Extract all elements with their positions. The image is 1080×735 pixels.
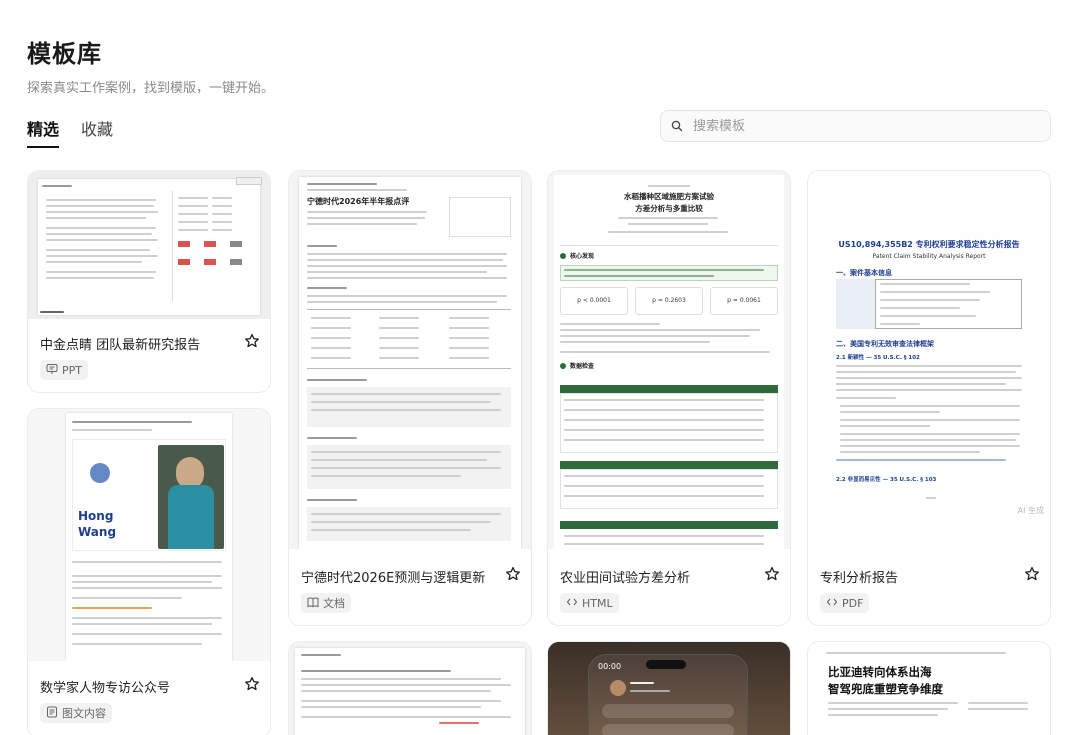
thumb-subsection: 2.1 新颖性 — 35 U.S.C. § 102 [836,355,920,361]
type-badge: HTML [560,593,619,613]
card-thumbnail [289,642,531,735]
star-icon[interactable] [505,566,521,582]
type-badge: PPT [40,360,88,380]
page-header: 模板库 探索真实工作案例，找到模版，一键开始。 [27,34,274,96]
thumb-doc-title: 宁德时代2026年半年报点评 [307,197,410,206]
portrait-name: Hong [78,509,114,523]
phone-time: 00:00 [598,662,622,671]
thumb-stat: p < 0.0001 [577,297,611,304]
thumb-stat: p = 0.2603 [652,297,686,304]
thumb-section-findings: 核心发现 [570,253,595,260]
star-icon[interactable] [244,333,260,349]
card-thumbnail [28,171,270,319]
thumb-watermark: AI 生成 [1017,506,1044,515]
presentation-icon [46,363,58,378]
card-title: 专利分析报告 [820,571,899,586]
type-badge: PDF [820,593,870,613]
template-card[interactable]: 00:00 [547,641,791,735]
tab-featured[interactable]: 精选 [27,116,60,148]
card-thumbnail: Hong Wang [28,409,270,661]
star-icon[interactable] [244,676,260,692]
thumb-doc-title: 比亚迪转向体系出海 [828,665,932,679]
template-card[interactable]: 比亚迪转向体系出海 智驾兜底重塑竞争维度 [807,641,1051,735]
book-icon [307,596,319,611]
thumb-doc-title: 水稻播种区域施肥方案试验 [624,192,714,201]
doc-image-icon [46,706,58,721]
tab-bar: 精选 收藏 [27,116,113,148]
thumb-section-data: 数据检查 [570,363,595,370]
card-title: 中金点睛 团队最新研究报告 [40,338,201,353]
type-label: PPT [62,363,82,377]
thumb-subsection: 2.2 非显而易见性 — 35 U.S.C. § 103 [836,477,937,483]
card-thumbnail: 00:00 [548,642,790,735]
star-icon[interactable] [764,566,780,582]
code-icon [566,596,578,611]
card-title: 数学家人物专访公众号 [40,681,171,696]
type-label: PDF [842,596,864,610]
template-card[interactable]: 中金点睛 团队最新研究报告 PPT [27,170,271,393]
page-title: 模板库 [27,40,102,68]
page-subtitle: 探索真实工作案例，找到模版，一键开始。 [27,81,275,96]
thumb-section: 二、美国专利无效审查法律框架 [836,340,934,348]
thumb-doc-subtitle: Patent Claim Stability Analysis Report [872,253,986,260]
template-card[interactable]: Hong Wang 数学家人物专访公众号 图文内容 [27,408,271,735]
type-label: 文档 [323,597,345,610]
card-thumbnail: US10,894,355B2 专利权利要求稳定性分析报告 Patent Clai… [808,171,1050,549]
card-thumbnail: 宁德时代2026年半年报点评 [289,171,531,549]
search-icon [671,117,683,136]
template-card[interactable] [288,641,532,735]
card-thumbnail: 水稻播种区域施肥方案试验 方差分析与多重比较 核心发现 p < 0.0001 p… [548,171,790,549]
type-label: 图文内容 [62,707,106,720]
card-thumbnail: 比亚迪转向体系出海 智驾兜底重塑竞争维度 [808,642,1050,735]
type-label: HTML [582,596,613,610]
template-card[interactable]: 宁德时代2026年半年报点评 宁德时代2026E预测与逻辑更新 文档 [288,170,532,626]
portrait-name: Wang [78,525,117,539]
type-badge: 图文内容 [40,703,112,723]
code-icon [826,596,838,611]
type-badge: 文档 [301,593,351,613]
thumb-doc-title: US10,894,355B2 专利权利要求稳定性分析报告 [838,240,1020,249]
search-box[interactable] [660,110,1051,142]
thumb-doc-title: 智驾兜底重塑竞争维度 [828,682,943,696]
star-icon[interactable] [1024,566,1040,582]
template-card[interactable]: 水稻播种区域施肥方案试验 方差分析与多重比较 核心发现 p < 0.0001 p… [547,170,791,626]
card-title: 宁德时代2026E预测与逻辑更新 [301,571,486,586]
card-title: 农业田间试验方差分析 [560,571,691,586]
thumb-section: 一、案件基本信息 [836,269,892,277]
template-card[interactable]: US10,894,355B2 专利权利要求稳定性分析报告 Patent Clai… [807,170,1051,626]
search-input[interactable] [693,118,1033,134]
thumb-doc-subtitle: 方差分析与多重比较 [635,204,703,213]
tab-favorites[interactable]: 收藏 [81,116,113,148]
thumb-stat: p = 0.0061 [727,297,761,304]
